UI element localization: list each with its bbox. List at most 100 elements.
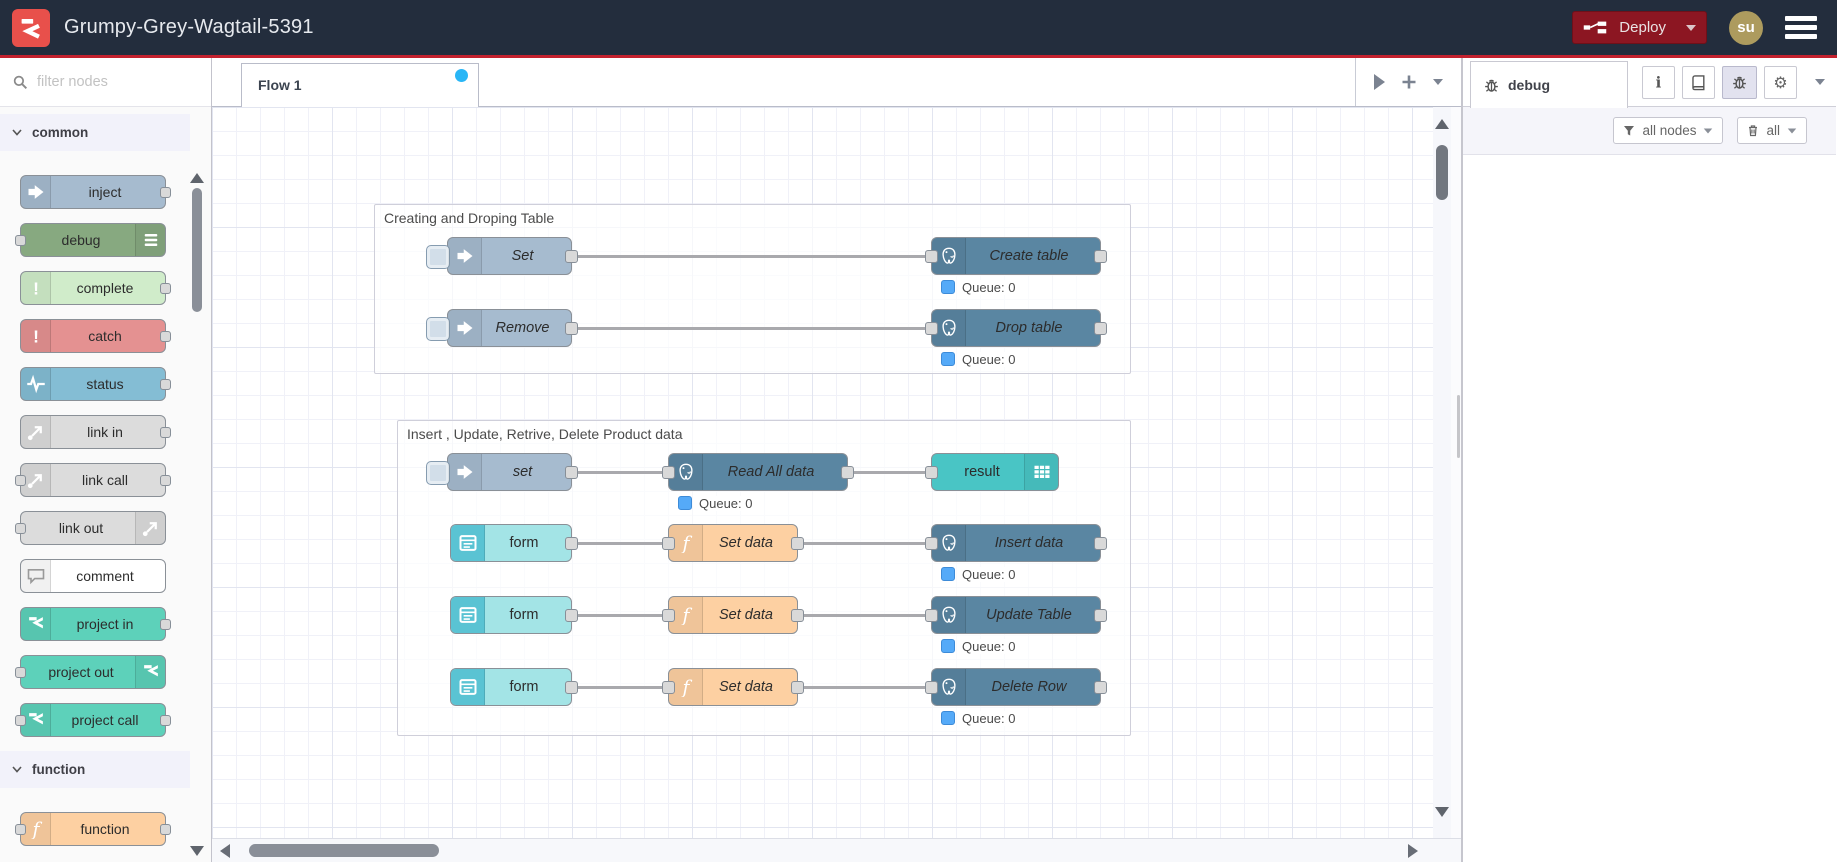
node-set-data[interactable]: f Set data	[662, 596, 804, 634]
input-port[interactable]	[662, 609, 675, 622]
palette-node-comment[interactable]: comment	[20, 559, 166, 593]
node-drop-table[interactable]: Drop table	[925, 309, 1107, 347]
debug-filter-button[interactable]: all nodes	[1613, 117, 1724, 144]
palette-node-link-call[interactable]: link call	[15, 463, 171, 497]
canvas-scroll-left[interactable]	[220, 844, 230, 858]
node-form[interactable]: form	[450, 596, 578, 634]
wire[interactable]	[572, 470, 668, 474]
input-port[interactable]	[15, 522, 26, 534]
input-port[interactable]	[15, 234, 26, 246]
input-port[interactable]	[925, 609, 938, 622]
palette-node-inject[interactable]: inject	[20, 175, 171, 209]
wire[interactable]	[572, 613, 668, 617]
inject-trigger-button[interactable]	[426, 317, 450, 341]
input-port[interactable]	[15, 714, 26, 726]
canvas-scroll-right[interactable]	[1408, 844, 1418, 858]
output-port[interactable]	[791, 609, 804, 622]
wire[interactable]	[572, 254, 931, 258]
palette-scroll-down[interactable]	[190, 846, 204, 856]
debug-clear-button[interactable]: all	[1737, 117, 1807, 144]
output-port[interactable]	[160, 714, 171, 726]
palette-node-link-out[interactable]: link out	[15, 511, 166, 545]
palette-node-project-call[interactable]: project call	[15, 703, 171, 737]
palette-node-status[interactable]: status	[20, 367, 171, 401]
output-port[interactable]	[565, 537, 578, 550]
node-result[interactable]: result	[925, 453, 1059, 491]
palette-node-project-in[interactable]: project in	[20, 607, 171, 641]
sidebar-resize-handle[interactable]	[1457, 395, 1460, 458]
node-update-table[interactable]: Update Table	[925, 596, 1107, 634]
palette-category-function[interactable]: function	[0, 751, 190, 788]
canvas-horizontal-scrollbar[interactable]	[212, 838, 1461, 862]
output-port[interactable]	[1094, 250, 1107, 263]
input-port[interactable]	[662, 466, 675, 479]
output-port[interactable]	[160, 426, 171, 438]
wire[interactable]	[572, 326, 931, 330]
next-tab-button[interactable]	[1374, 74, 1385, 90]
input-port[interactable]	[15, 474, 26, 486]
flowfuse-logo[interactable]	[12, 8, 50, 47]
sidebar-options-chevron[interactable]	[1815, 79, 1825, 85]
output-port[interactable]	[791, 537, 804, 550]
output-port[interactable]	[791, 681, 804, 694]
output-port[interactable]	[160, 186, 171, 198]
node-delete-row[interactable]: Delete Row	[925, 668, 1107, 706]
palette-search-input[interactable]	[37, 74, 187, 90]
input-port[interactable]	[925, 322, 938, 335]
inject-trigger-button[interactable]	[426, 245, 450, 269]
node-form[interactable]: form	[450, 668, 578, 706]
output-port[interactable]	[565, 681, 578, 694]
input-port[interactable]	[925, 250, 938, 263]
output-port[interactable]	[1094, 322, 1107, 335]
palette-node-project-out[interactable]: project out	[15, 655, 166, 689]
node-set-data[interactable]: f Set data	[662, 524, 804, 562]
canvas-scroll-down[interactable]	[1435, 807, 1449, 817]
input-port[interactable]	[925, 466, 938, 479]
palette-scroll-up[interactable]	[190, 173, 204, 183]
output-port[interactable]	[160, 618, 171, 630]
deploy-button[interactable]: Deploy	[1572, 11, 1707, 44]
node-set[interactable]: set	[426, 453, 578, 491]
node-create-table[interactable]: Create table	[925, 237, 1107, 275]
output-port[interactable]	[1094, 609, 1107, 622]
canvas-vscroll-thumb[interactable]	[1436, 145, 1448, 200]
input-port[interactable]	[925, 681, 938, 694]
output-port[interactable]	[565, 609, 578, 622]
palette-node-debug[interactable]: debug	[15, 223, 166, 257]
canvas-scroll-up[interactable]	[1435, 119, 1449, 129]
output-port[interactable]	[565, 250, 578, 263]
flow-list-button[interactable]	[1433, 79, 1443, 85]
palette-node-complete[interactable]: ! complete	[20, 271, 171, 305]
palette-scrollbar-thumb[interactable]	[192, 188, 202, 312]
palette-node-function[interactable]: f function	[15, 812, 171, 846]
node-set-data[interactable]: f Set data	[662, 668, 804, 706]
canvas-vertical-scrollbar[interactable]	[1433, 107, 1451, 838]
output-port[interactable]	[160, 823, 171, 835]
output-port[interactable]	[160, 378, 171, 390]
node-read-all-data[interactable]: Read All data	[662, 453, 854, 491]
user-avatar[interactable]: su	[1729, 10, 1763, 45]
deploy-options-chevron[interactable]	[1686, 24, 1696, 31]
wire[interactable]	[572, 541, 668, 545]
input-port[interactable]	[15, 666, 26, 678]
wire[interactable]	[798, 685, 931, 689]
tab-flow-1[interactable]: Flow 1	[241, 63, 479, 107]
input-port[interactable]	[15, 823, 26, 835]
palette-node-link-in[interactable]: link in	[20, 415, 171, 449]
info-tab-button[interactable]: i	[1642, 66, 1675, 99]
palette-category-common[interactable]: common	[0, 114, 190, 151]
node-set[interactable]: Set	[426, 237, 578, 275]
wire[interactable]	[848, 470, 931, 474]
output-port[interactable]	[160, 330, 171, 342]
main-menu-button[interactable]	[1785, 16, 1817, 39]
input-port[interactable]	[662, 537, 675, 550]
output-port[interactable]	[565, 322, 578, 335]
output-port[interactable]	[160, 474, 171, 486]
help-tab-button[interactable]	[1682, 66, 1715, 99]
output-port[interactable]	[1094, 537, 1107, 550]
flow-canvas[interactable]: Creating and Droping Table Insert , Updat…	[212, 107, 1461, 862]
input-port[interactable]	[662, 681, 675, 694]
output-port[interactable]	[565, 466, 578, 479]
output-port[interactable]	[160, 282, 171, 294]
wire[interactable]	[798, 541, 931, 545]
